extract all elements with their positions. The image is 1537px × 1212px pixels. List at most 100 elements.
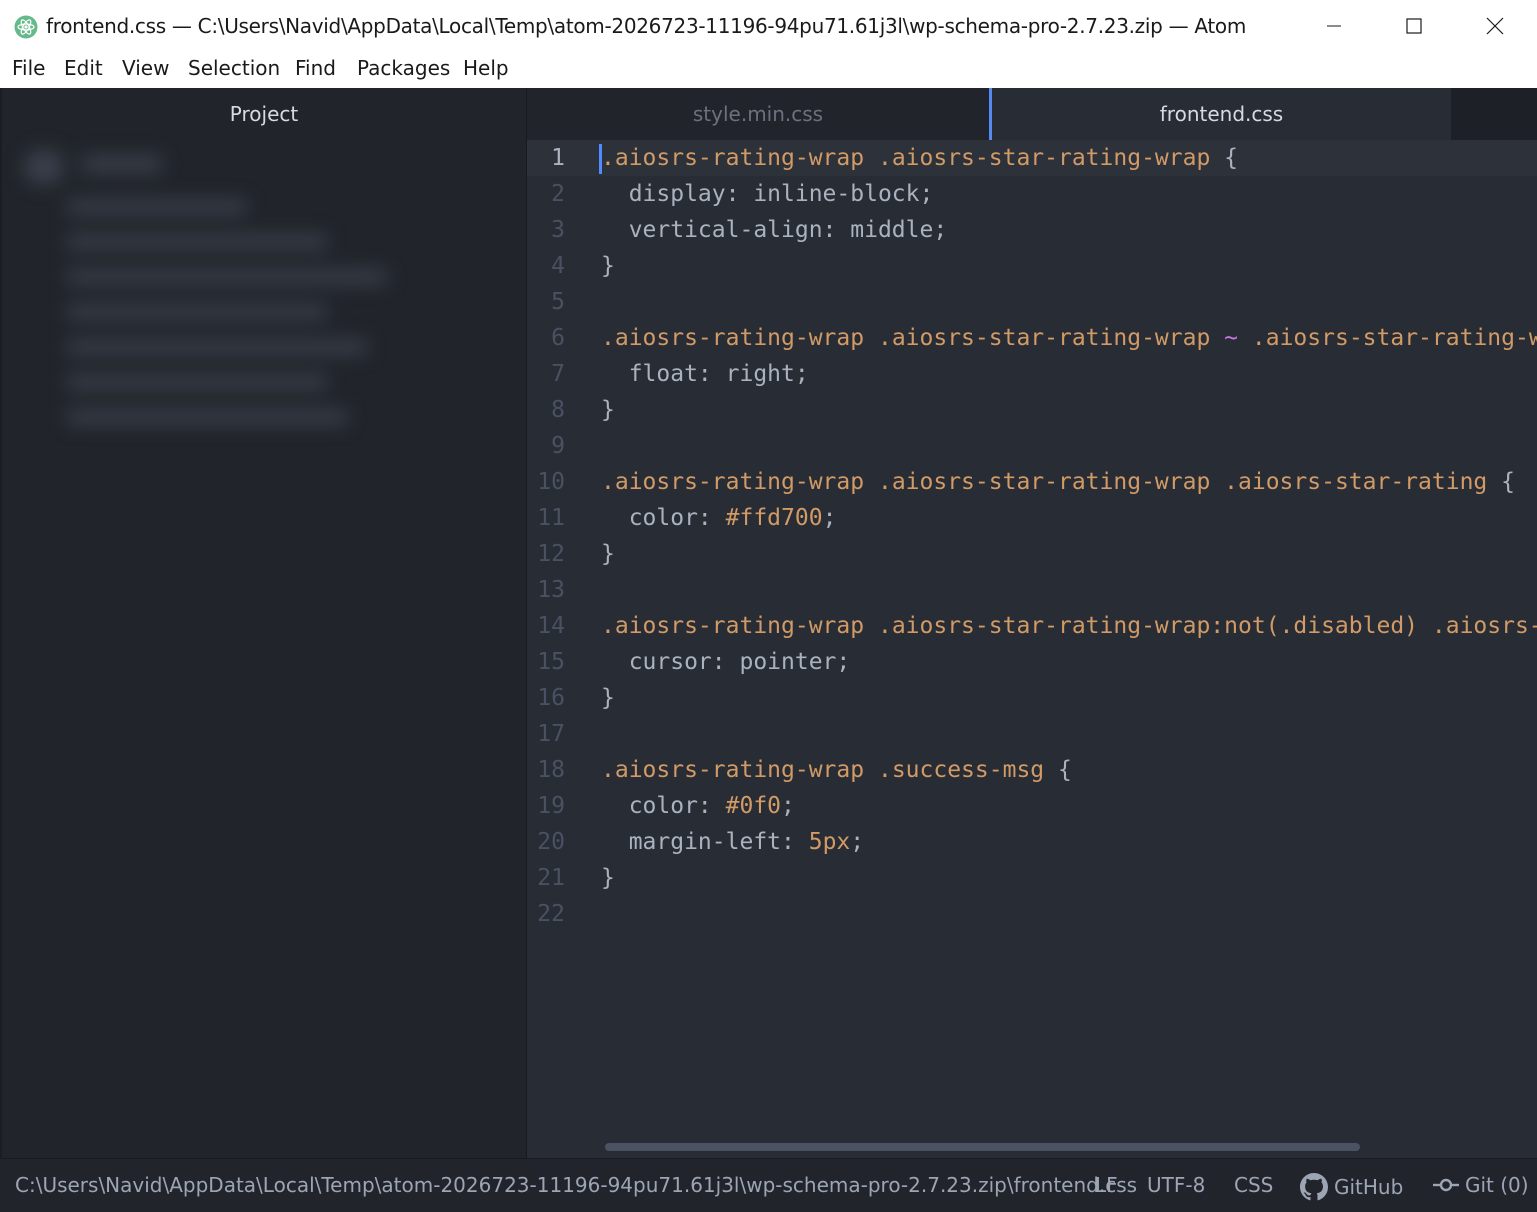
close-icon [1486,17,1504,35]
status-line-ending[interactable]: LF [1095,1173,1118,1197]
code-line[interactable]: 17 [527,716,1537,752]
code-token: .aiosrs-star-rating-wrap [877,325,1211,351]
line-number: 2 [551,181,565,207]
code-token: .aiosrs-star-rating-wrap:not(.disabled) [877,613,1419,639]
code-token: color: [601,505,726,531]
code-text: margin-left: 5px; [601,824,864,860]
code-token: } [601,541,615,567]
code-line[interactable]: 16} [527,680,1537,716]
code-line[interactable]: 2 display: inline-block; [527,176,1537,212]
status-git-label: Git (0) [1465,1173,1529,1197]
code-token: margin-left: [601,829,809,855]
status-git[interactable]: Git (0) [1433,1173,1529,1197]
tab-bar: style.min.css frontend.css [527,88,1537,140]
line-number: 15 [537,649,565,675]
code-line[interactable]: 5 [527,284,1537,320]
text-cursor [599,144,602,174]
line-number: 11 [537,505,565,531]
status-bar: C:\Users\Navid\AppData\Local\Temp\atom-2… [0,1158,1537,1212]
code-line[interactable]: 7 float: right; [527,356,1537,392]
horizontal-scrollbar[interactable] [605,1143,1360,1151]
code-text: cursor: pointer; [601,644,851,680]
code-line[interactable]: 18 .aiosrs-rating-wrap .success-msg { [527,752,1537,788]
line-number: 18 [537,757,565,783]
menu-selection[interactable]: Selection [188,56,280,80]
code-text: color: #ffd700; [601,500,837,536]
code-token: .success-msg [877,757,1045,783]
atom-logo-icon [14,15,38,39]
code-line[interactable]: 19 color: #0f0; [527,788,1537,824]
tab-bar-empty-area [1451,88,1537,140]
line-number: 10 [537,469,565,495]
tab-frontend-css[interactable]: frontend.css [989,88,1451,140]
code-token: ; [850,829,865,855]
code-token: cursor: pointer; [601,649,851,675]
tab-style-min-css[interactable]: style.min.css [527,88,989,140]
code-token: } [601,253,615,279]
code-line[interactable]: 14 .aiosrs-rating-wrap .aiosrs-star-ratin… [527,608,1537,644]
code-token: ~ [1224,325,1239,351]
minimize-button[interactable] [1294,0,1374,52]
code-line[interactable]: 22 [527,896,1537,932]
code-line[interactable]: 4} [527,248,1537,284]
code-token: { [1044,757,1072,783]
code-text: } [601,392,615,428]
code-text: .aiosrs-rating-wrap .success-msg { [601,752,1072,788]
code-line[interactable]: 10 .aiosrs-rating-wrap .aiosrs-star-ratin… [527,464,1537,500]
code-line[interactable]: 1 .aiosrs-rating-wrap .aiosrs-star-rating… [527,140,1537,176]
code-line[interactable]: 12} [527,536,1537,572]
code-text: } [601,536,615,572]
code-line[interactable]: 21} [527,860,1537,896]
code-token: ; [822,505,837,531]
project-panel-header[interactable]: Project [2,88,526,140]
project-tree-blurred [12,140,412,450]
code-line[interactable]: 15 cursor: pointer; [527,644,1537,680]
menu-file[interactable]: File [12,56,45,80]
code-text: color: #0f0; [601,788,795,824]
code-line[interactable]: 9 [527,428,1537,464]
menu-packages[interactable]: Packages [357,56,450,80]
line-number: 13 [537,577,565,603]
menu-view[interactable]: View [122,56,169,80]
code-line[interactable]: 3 vertical-align: middle; [527,212,1537,248]
menu-help[interactable]: Help [463,56,509,80]
code-token: .aiosrs-star-rating-wra [1251,325,1537,351]
code-text: } [601,680,615,716]
line-number: 14 [537,613,565,639]
menu-find[interactable]: Find [295,56,336,80]
line-number: 4 [551,253,565,279]
status-encoding[interactable]: UTF-8 [1147,1173,1205,1197]
maximize-button[interactable] [1374,0,1454,52]
status-grammar[interactable]: CSS [1234,1173,1273,1197]
code-token: #ffd700 [725,505,823,531]
code-token: } [601,397,615,423]
code-editor[interactable]: 1 .aiosrs-rating-wrap .aiosrs-star-rating… [527,140,1537,1158]
line-number: 17 [537,721,565,747]
code-text: float: right; [601,356,809,392]
code-line[interactable]: 13 [527,572,1537,608]
line-number: 12 [537,541,565,567]
code-line[interactable]: 6 .aiosrs-rating-wrap .aiosrs-star-rating… [527,320,1537,356]
status-github[interactable]: GitHub [1300,1173,1403,1201]
line-number: 1 [551,145,565,171]
code-token: .aiosrs-star-rating-wrap [877,469,1211,495]
code-token: ; [781,793,795,819]
line-number: 22 [537,901,565,927]
code-line[interactable]: 20 margin-left: 5px; [527,824,1537,860]
code-line[interactable]: 11 color: #ffd700; [527,500,1537,536]
code-token: } [601,865,615,891]
close-button[interactable] [1455,0,1535,52]
status-file-path[interactable]: C:\Users\Navid\AppData\Local\Temp\atom-2… [15,1173,1137,1197]
title-bar[interactable]: frontend.css — C:\Users\Navid\AppData\Lo… [0,0,1537,52]
code-line[interactable]: 8} [527,392,1537,428]
code-token: .aiosrs-rating-wrap [601,469,865,495]
code-token: .aiosrs-star-rating [1224,469,1488,495]
menu-edit[interactable]: Edit [64,56,103,80]
status-github-label: GitHub [1334,1175,1404,1199]
code-text: display: inline-block; [601,176,934,212]
